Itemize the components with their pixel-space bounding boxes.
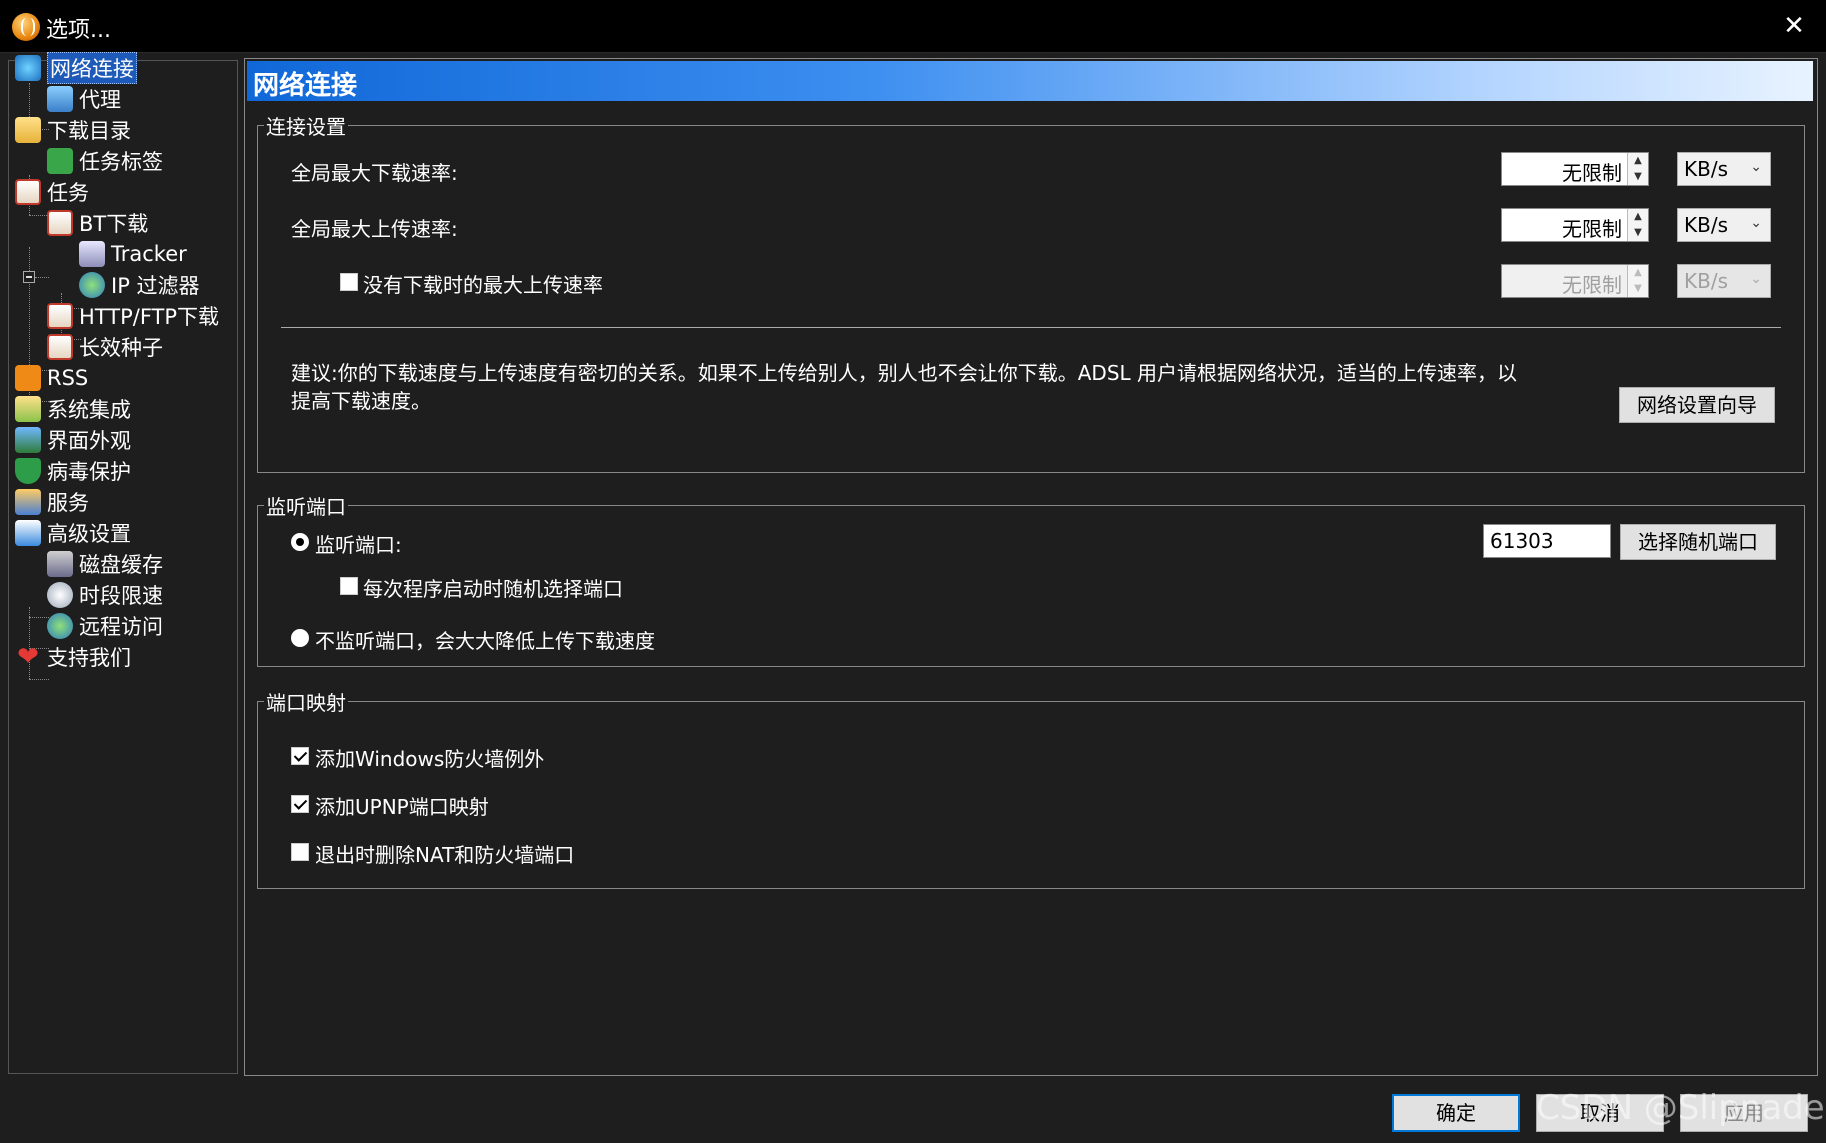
clipboard-check-icon bbox=[47, 210, 73, 236]
sidebar-item-support[interactable]: ❤ 支持我们 bbox=[15, 641, 131, 673]
spin-down-icon: ▼ bbox=[1634, 283, 1642, 294]
heart-icon: ❤ bbox=[17, 642, 39, 672]
sidebar-item-scheduler[interactable]: 时段限速 bbox=[47, 579, 163, 611]
sidebar-item-system-integration[interactable]: 系统集成 bbox=[15, 393, 131, 425]
title-bar: 选项... ✕ bbox=[0, 0, 1826, 53]
max-upload-unit: KB/s bbox=[1684, 213, 1728, 237]
sidebar-item-tasks[interactable]: 任务 bbox=[15, 176, 89, 208]
ok-button[interactable]: 确定 bbox=[1392, 1094, 1520, 1132]
sidebar-item-virus-protection[interactable]: 病毒保护 bbox=[15, 455, 131, 487]
max-upload-label: 全局最大上传速率: bbox=[291, 217, 458, 241]
spin-up-icon[interactable]: ▲ bbox=[1628, 209, 1648, 225]
spin-up-icon: ▲ bbox=[1634, 267, 1642, 278]
rss-icon bbox=[15, 365, 41, 391]
spin-down-icon[interactable]: ▼ bbox=[1628, 225, 1648, 241]
users-icon bbox=[15, 489, 41, 515]
shield-icon bbox=[15, 458, 41, 484]
advice-text-line2: 提高下载速度。 bbox=[291, 389, 431, 413]
upnp-mapping-label: 添加UPNP端口映射 bbox=[315, 795, 489, 819]
proxy-computer-icon bbox=[47, 86, 73, 112]
chevron-down-icon: ⌄ bbox=[1750, 215, 1762, 231]
disk-icon bbox=[47, 551, 73, 577]
csdn-watermark: CSDN @Slipnades bbox=[1536, 1088, 1826, 1128]
no-download-upload-unit-select: KB/s ⌄ bbox=[1677, 264, 1771, 298]
no-download-upload-value: 无限制 bbox=[1562, 273, 1622, 297]
sidebar-item-long-seed[interactable]: 长效种子 bbox=[47, 331, 163, 363]
max-upload-spinner[interactable]: 无限制 ▲ ▼ bbox=[1501, 208, 1649, 242]
listen-port-legend: 监听端口 bbox=[266, 495, 346, 519]
clipboard-check-icon bbox=[15, 179, 41, 205]
no-download-upload-checkbox[interactable] bbox=[340, 273, 358, 291]
nat-remove-checkbox[interactable] bbox=[291, 843, 309, 861]
collapse-expander-icon[interactable] bbox=[23, 271, 35, 283]
max-download-unit: KB/s bbox=[1684, 157, 1728, 181]
port-mapping-legend: 端口映射 bbox=[266, 691, 346, 715]
no-download-upload-unit: KB/s bbox=[1684, 269, 1728, 293]
app-logo-icon bbox=[12, 13, 40, 41]
clipboard-check-icon bbox=[47, 334, 73, 360]
random-each-start-checkbox[interactable] bbox=[340, 577, 358, 595]
settings-panel: 网络连接 连接设置 全局最大下载速率: 无限制 ▲ ▼ KB/s ⌄ 全局最大上传… bbox=[244, 58, 1818, 1076]
advanced-settings-icon bbox=[15, 520, 41, 546]
advice-text-line1: 建议:你的下载速度与上传速度有密切的关系。如果不上传给别人，别人也不会让你下载。… bbox=[291, 361, 1518, 385]
sidebar-item-download-dir[interactable]: 下载目录 bbox=[15, 114, 131, 146]
page-title: 网络连接 bbox=[253, 71, 358, 101]
port-input[interactable]: 61303 bbox=[1483, 524, 1611, 558]
max-upload-value: 无限制 bbox=[1562, 217, 1622, 241]
no-download-upload-spinner: 无限制 ▲ ▼ bbox=[1501, 264, 1649, 298]
globe-filter-icon bbox=[79, 272, 105, 298]
folder-icon bbox=[15, 117, 41, 143]
sidebar-item-remote-access[interactable]: 远程访问 bbox=[47, 610, 163, 642]
no-download-upload-label: 没有下载时的最大上传速率 bbox=[363, 273, 603, 297]
nat-remove-label: 退出时删除NAT和防火墙端口 bbox=[315, 843, 575, 867]
panel-header: 网络连接 bbox=[247, 61, 1813, 101]
sidebar-item-appearance[interactable]: 界面外观 bbox=[15, 424, 131, 456]
globe-remote-icon bbox=[47, 613, 73, 639]
random-port-button[interactable]: 选择随机端口 bbox=[1620, 524, 1776, 560]
sidebar-item-services[interactable]: 服务 bbox=[15, 486, 89, 518]
sidebar-item-task-tags[interactable]: 任务标签 bbox=[47, 145, 163, 177]
no-listen-radio[interactable] bbox=[291, 629, 309, 647]
upnp-mapping-checkbox[interactable] bbox=[291, 795, 309, 813]
listen-port-label: 监听端口: bbox=[315, 533, 402, 557]
spin-down-icon[interactable]: ▼ bbox=[1628, 169, 1648, 185]
folder-integration-icon bbox=[15, 396, 41, 422]
sidebar-item-bt[interactable]: BT下载 bbox=[47, 207, 148, 239]
max-download-spinner[interactable]: 无限制 ▲ ▼ bbox=[1501, 152, 1649, 186]
server-icon bbox=[79, 241, 105, 267]
sidebar-item-network[interactable]: 网络连接 bbox=[15, 52, 137, 84]
listen-port-radio[interactable] bbox=[291, 533, 309, 551]
window-title: 选项... bbox=[46, 18, 111, 43]
chevron-down-icon: ⌄ bbox=[1750, 159, 1762, 175]
sidebar-item-ip-filter[interactable]: IP 过滤器 bbox=[79, 269, 200, 301]
firewall-exception-checkbox[interactable] bbox=[291, 747, 309, 765]
sidebar-item-http-ftp[interactable]: HTTP/FTP下载 bbox=[47, 300, 219, 332]
no-listen-label: 不监听端口，会大大降低上传下载速度 bbox=[315, 629, 655, 653]
sidebar-item-tracker[interactable]: Tracker bbox=[79, 238, 187, 270]
sidebar-item-rss[interactable]: RSS bbox=[15, 362, 88, 394]
random-each-start-label: 每次程序启动时随机选择端口 bbox=[363, 577, 623, 601]
clock-icon bbox=[47, 582, 73, 608]
firewall-exception-label: 添加Windows防火墙例外 bbox=[315, 747, 545, 771]
sidebar-item-proxy[interactable]: 代理 bbox=[47, 83, 121, 115]
max-download-unit-select[interactable]: KB/s ⌄ bbox=[1677, 152, 1771, 186]
max-download-value: 无限制 bbox=[1562, 161, 1622, 185]
max-download-label: 全局最大下载速率: bbox=[291, 161, 458, 185]
max-upload-unit-select[interactable]: KB/s ⌄ bbox=[1677, 208, 1771, 242]
appearance-icon bbox=[15, 427, 41, 453]
close-button[interactable]: ✕ bbox=[1776, 8, 1812, 44]
globe-network-icon bbox=[15, 55, 41, 81]
chevron-down-icon: ⌄ bbox=[1750, 271, 1762, 287]
section-divider bbox=[281, 327, 1781, 328]
sidebar-item-advanced[interactable]: 高级设置 bbox=[15, 517, 131, 549]
options-tree[interactable]: 网络连接 代理 下载目录 任务标签 任务 BT下载 Tracker IP 过滤器… bbox=[8, 52, 238, 1074]
sidebar-item-disk-cache[interactable]: 磁盘缓存 bbox=[47, 548, 163, 580]
connection-settings-legend: 连接设置 bbox=[266, 115, 346, 139]
clipboard-check-icon bbox=[47, 303, 73, 329]
tag-icon bbox=[47, 148, 73, 174]
spin-up-icon[interactable]: ▲ bbox=[1628, 153, 1648, 169]
network-wizard-button[interactable]: 网络设置向导 bbox=[1619, 387, 1775, 423]
